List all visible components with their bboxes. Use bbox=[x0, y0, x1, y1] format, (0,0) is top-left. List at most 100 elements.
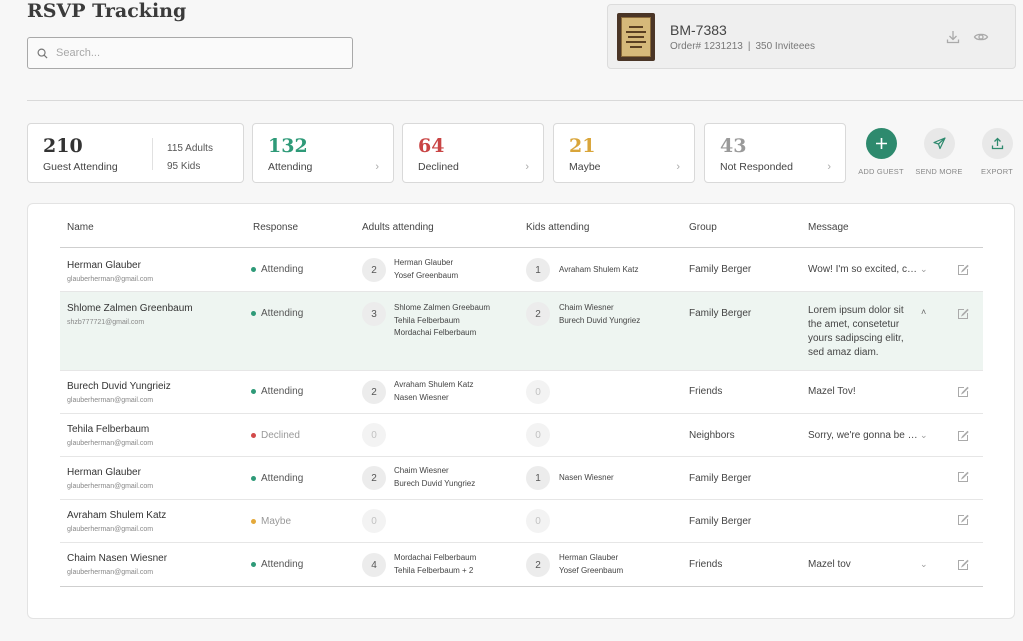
response-label: Maybe bbox=[261, 516, 292, 527]
guest-cell: Herman Glauber glauberherman@gmail.com bbox=[67, 260, 153, 283]
person-name: Burech Duvid Yungriez bbox=[559, 315, 641, 325]
response-status: Attending bbox=[251, 308, 303, 319]
guest-email: glauberherman@gmail.com bbox=[67, 526, 154, 533]
response-status: Attending bbox=[251, 473, 303, 484]
edit-icon[interactable] bbox=[957, 471, 969, 483]
message-text: Mazel tov bbox=[808, 559, 851, 570]
upload-icon bbox=[981, 128, 1013, 159]
edit-icon[interactable] bbox=[957, 264, 969, 276]
guest-name: Chaim Nasen Wiesner bbox=[67, 553, 168, 564]
guest-cell: Burech Duvid Yungrieiz glauberherman@gma… bbox=[67, 381, 171, 404]
edit-icon[interactable] bbox=[957, 386, 969, 398]
edit-icon[interactable] bbox=[957, 514, 969, 526]
invitation-thumbnail[interactable] bbox=[617, 13, 655, 61]
guest-email: glauberherman@gmail.com bbox=[67, 397, 154, 404]
stat-value: 21 bbox=[569, 135, 596, 157]
table-row[interactable]: Shlome Zalmen Greenbaum shzb777721@gmail… bbox=[60, 292, 983, 371]
guest-email: glauberherman@gmail.com bbox=[67, 483, 154, 490]
status-dot bbox=[251, 311, 256, 316]
guest-email: glauberherman@gmail.com bbox=[67, 440, 154, 447]
eye-icon[interactable] bbox=[973, 29, 989, 45]
chevron-up-icon[interactable]: ˄ bbox=[921, 307, 926, 317]
order-card: BM-7383 Order# 1231213 | 350 Inviteees bbox=[607, 4, 1016, 69]
stat-value: 210 bbox=[43, 135, 83, 157]
stat-adults: 115 Adults bbox=[167, 143, 213, 154]
search-input[interactable] bbox=[56, 47, 336, 59]
adults-count-badge: 2 bbox=[362, 380, 386, 404]
download-icon[interactable] bbox=[945, 29, 961, 45]
header-group[interactable]: Group bbox=[689, 222, 717, 233]
export-label: EXPORT bbox=[981, 167, 1013, 176]
person-name: Avraham Shulem Katz bbox=[394, 380, 474, 389]
response-status: Declined bbox=[251, 430, 300, 441]
header-message[interactable]: Message bbox=[808, 222, 849, 233]
table-row[interactable]: Avraham Shulem Katz glauberherman@gmail.… bbox=[60, 500, 983, 543]
table-row[interactable]: Chaim Nasen Wiesner glauberherman@gmail.… bbox=[60, 543, 983, 587]
adults-count-badge: 2 bbox=[362, 466, 386, 490]
person-name: Tehila Felberbaum bbox=[394, 315, 460, 325]
stat-guest-attending: 210 Guest Attending 115 Adults 95 Kids bbox=[27, 123, 244, 183]
person-name: Chaim Wiesner bbox=[559, 303, 614, 312]
response-label: Attending bbox=[261, 473, 304, 484]
chevron-down-icon[interactable]: ⌄ bbox=[920, 264, 928, 275]
table-row[interactable]: Herman Glauber glauberherman@gmail.com A… bbox=[60, 457, 983, 500]
add-guest-button[interactable]: ADD GUEST bbox=[853, 128, 909, 176]
stat-value: 132 bbox=[268, 135, 308, 157]
adults-count-badge: 2 bbox=[362, 258, 386, 282]
response-label: Declined bbox=[261, 430, 300, 441]
guest-email: glauberherman@gmail.com bbox=[67, 569, 154, 576]
order-number: Order# 1231213 bbox=[670, 41, 743, 52]
status-dot bbox=[251, 433, 256, 438]
person-name: Yosef Greenbaum bbox=[394, 270, 459, 280]
guest-name: Avraham Shulem Katz bbox=[67, 510, 167, 521]
group-label: Family Berger bbox=[689, 473, 752, 484]
stat-value: 43 bbox=[720, 135, 747, 157]
edit-icon[interactable] bbox=[957, 559, 969, 571]
response-status: Attending bbox=[251, 264, 303, 275]
send-icon bbox=[923, 128, 955, 159]
kids-list: Chaim Wiesner Burech Duvid Yungriez bbox=[559, 302, 640, 327]
chevron-down-icon[interactable]: ⌄ bbox=[920, 559, 928, 570]
table-row[interactable]: Herman Glauber glauberherman@gmail.com A… bbox=[60, 248, 983, 292]
send-more-button[interactable]: SEND MORE bbox=[911, 128, 967, 176]
header-kids[interactable]: Kids attending bbox=[526, 222, 589, 233]
table-row[interactable]: Tehila Felberbaum glauberherman@gmail.co… bbox=[60, 414, 983, 457]
response-label: Attending bbox=[261, 559, 304, 570]
edit-icon[interactable] bbox=[957, 308, 969, 320]
stat-declined[interactable]: 64 Declined › bbox=[402, 123, 544, 183]
search-box[interactable] bbox=[27, 37, 353, 69]
stat-value: 64 bbox=[418, 135, 445, 157]
guest-cell: Chaim Nasen Wiesner glauberherman@gmail.… bbox=[67, 553, 167, 576]
group-label: Family Berger bbox=[689, 264, 752, 275]
export-button[interactable]: EXPORT bbox=[969, 128, 1023, 176]
header-name[interactable]: Name bbox=[67, 222, 94, 233]
group-label: Friends bbox=[689, 386, 723, 397]
kids-list: Herman Glauber Yosef Greenbaum bbox=[559, 552, 623, 577]
guest-cell: Avraham Shulem Katz glauberherman@gmail.… bbox=[67, 510, 166, 533]
stat-maybe[interactable]: 21 Maybe › bbox=[553, 123, 695, 183]
search-icon bbox=[37, 48, 48, 59]
response-label: Attending bbox=[261, 308, 304, 319]
person-name: Herman Glauber bbox=[559, 553, 619, 562]
stat-not-responded[interactable]: 43 Not Responded › bbox=[704, 123, 846, 183]
chevron-right-icon: › bbox=[375, 161, 379, 173]
group-label: Friends bbox=[689, 559, 723, 570]
kids-count-badge: 2 bbox=[526, 302, 550, 326]
message-text: Mazel Tov! bbox=[808, 386, 856, 397]
header-response[interactable]: Response bbox=[253, 222, 298, 233]
status-dot bbox=[251, 562, 256, 567]
guest-name: Burech Duvid Yungrieiz bbox=[67, 381, 171, 392]
message-text: Sorry, we're gonna be away bbox=[808, 430, 921, 441]
plus-icon bbox=[865, 128, 897, 159]
guest-cell: Tehila Felberbaum glauberherman@gmail.co… bbox=[67, 424, 153, 447]
stat-attending[interactable]: 132 Attending › bbox=[252, 123, 394, 183]
guest-name: Herman Glauber bbox=[67, 467, 141, 478]
chevron-down-icon[interactable]: ⌄ bbox=[920, 430, 928, 441]
message-text: Wow! I'm so excited, can't wait bbox=[808, 264, 921, 275]
table-row[interactable]: Burech Duvid Yungrieiz glauberherman@gma… bbox=[60, 371, 983, 414]
header-adults[interactable]: Adults attending bbox=[362, 222, 434, 233]
edit-icon[interactable] bbox=[957, 430, 969, 442]
guest-name: Shlome Zalmen Greenbaum bbox=[67, 303, 193, 314]
adults-count-badge: 0 bbox=[362, 423, 386, 447]
chevron-right-icon: › bbox=[525, 161, 529, 173]
